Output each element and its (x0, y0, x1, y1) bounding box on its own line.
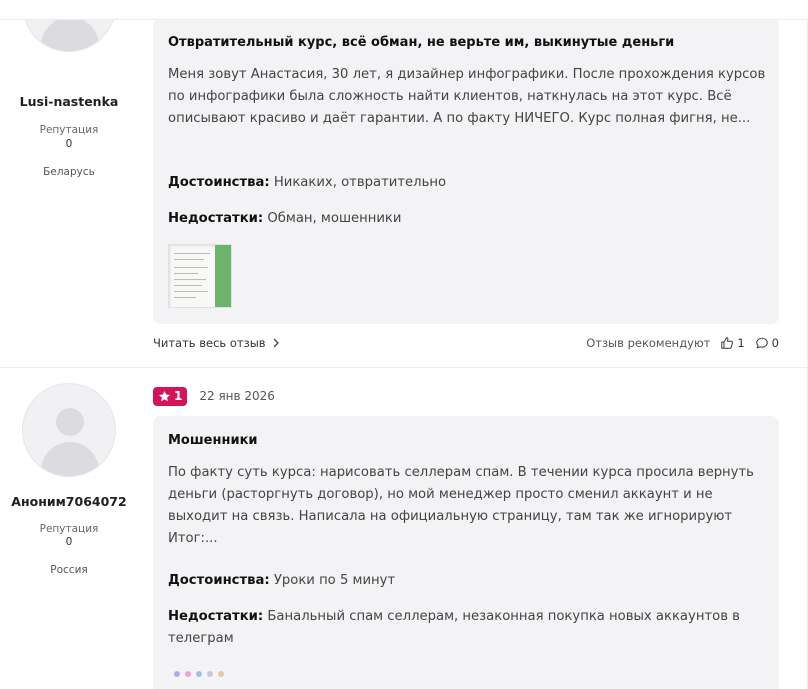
reputation-value: 0 (65, 138, 73, 150)
review-cons: Недостатки: Банальный спам селлерам, нез… (168, 606, 768, 650)
pros-text: Никаких, отвратительно (273, 175, 447, 190)
author-name[interactable]: Lusi-nastenka (0, 94, 138, 109)
author-country: Россия (50, 564, 88, 576)
review-title[interactable]: Отвратительный курс, всё обман, не верьт… (168, 35, 674, 50)
comment-icon (755, 337, 768, 349)
comment-count: 0 (771, 336, 779, 350)
reputation-value: 0 (65, 536, 73, 548)
author-country: Беларусь (43, 166, 95, 178)
review-item: Аноним7064072 Репутация 0 Россия 1 22 ян… (0, 368, 808, 689)
review-meta: 1 22 янв 2026 (153, 386, 275, 406)
review-card: Отвратительный курс, всё обман, не верьт… (153, 18, 779, 324)
review-text: Меня зовут Анастасия, 30 лет, я дизайнер… (168, 67, 766, 126)
review-item: Lusi-nastenka Репутация 0 Беларусь Отвра… (0, 0, 808, 368)
cons-text: Обман, мошенники (267, 211, 402, 226)
read-more-label: Читать весь отзыв (153, 336, 266, 350)
like-button[interactable]: 1 (720, 336, 745, 350)
review-cons: Недостатки: Обман, мошенники (168, 208, 768, 230)
review-footer: Читать весь отзыв Отзыв рекомендуют 1 0 (153, 333, 779, 353)
review-photo-thumbnail[interactable] (168, 244, 232, 308)
star-icon (158, 390, 171, 401)
thumbs-up-icon (721, 337, 734, 349)
user-avatar-icon[interactable] (22, 383, 116, 477)
rating-value: 1 (174, 389, 183, 403)
rating-badge: 1 (153, 386, 188, 406)
pros-label: Достоинства: (168, 573, 270, 588)
pros-text: Уроки по 5 минут (273, 573, 396, 588)
cons-label: Недостатки: (168, 609, 264, 624)
review-title[interactable]: Мошенники (168, 433, 258, 448)
review-photo-thumbnail[interactable] (168, 667, 232, 681)
reputation-label: Репутация (39, 523, 99, 535)
chevron-right-icon (273, 338, 279, 348)
review-date: 22 янв 2026 (199, 389, 275, 403)
top-bar (0, 0, 808, 20)
cons-label: Недостатки: (168, 211, 264, 226)
like-count: 1 (737, 336, 745, 350)
review-pros: Достоинства: Уроки по 5 минут (168, 570, 768, 592)
recommend-label: Отзыв рекомендуют (586, 336, 711, 350)
review-pros: Достоинства: Никаких, отвратительно (168, 172, 768, 194)
reputation-label: Репутация (39, 124, 99, 136)
author-name[interactable]: Аноним7064072 (0, 494, 138, 509)
review-card: Мошенники По факту суть курса: нарисоват… (153, 416, 779, 689)
pros-label: Достоинства: (168, 175, 270, 190)
review-text: По факту суть курса: нарисовать селлерам… (168, 465, 754, 546)
read-full-review-link[interactable]: Читать весь отзыв (153, 336, 280, 350)
comments-button[interactable]: 0 (755, 336, 779, 350)
